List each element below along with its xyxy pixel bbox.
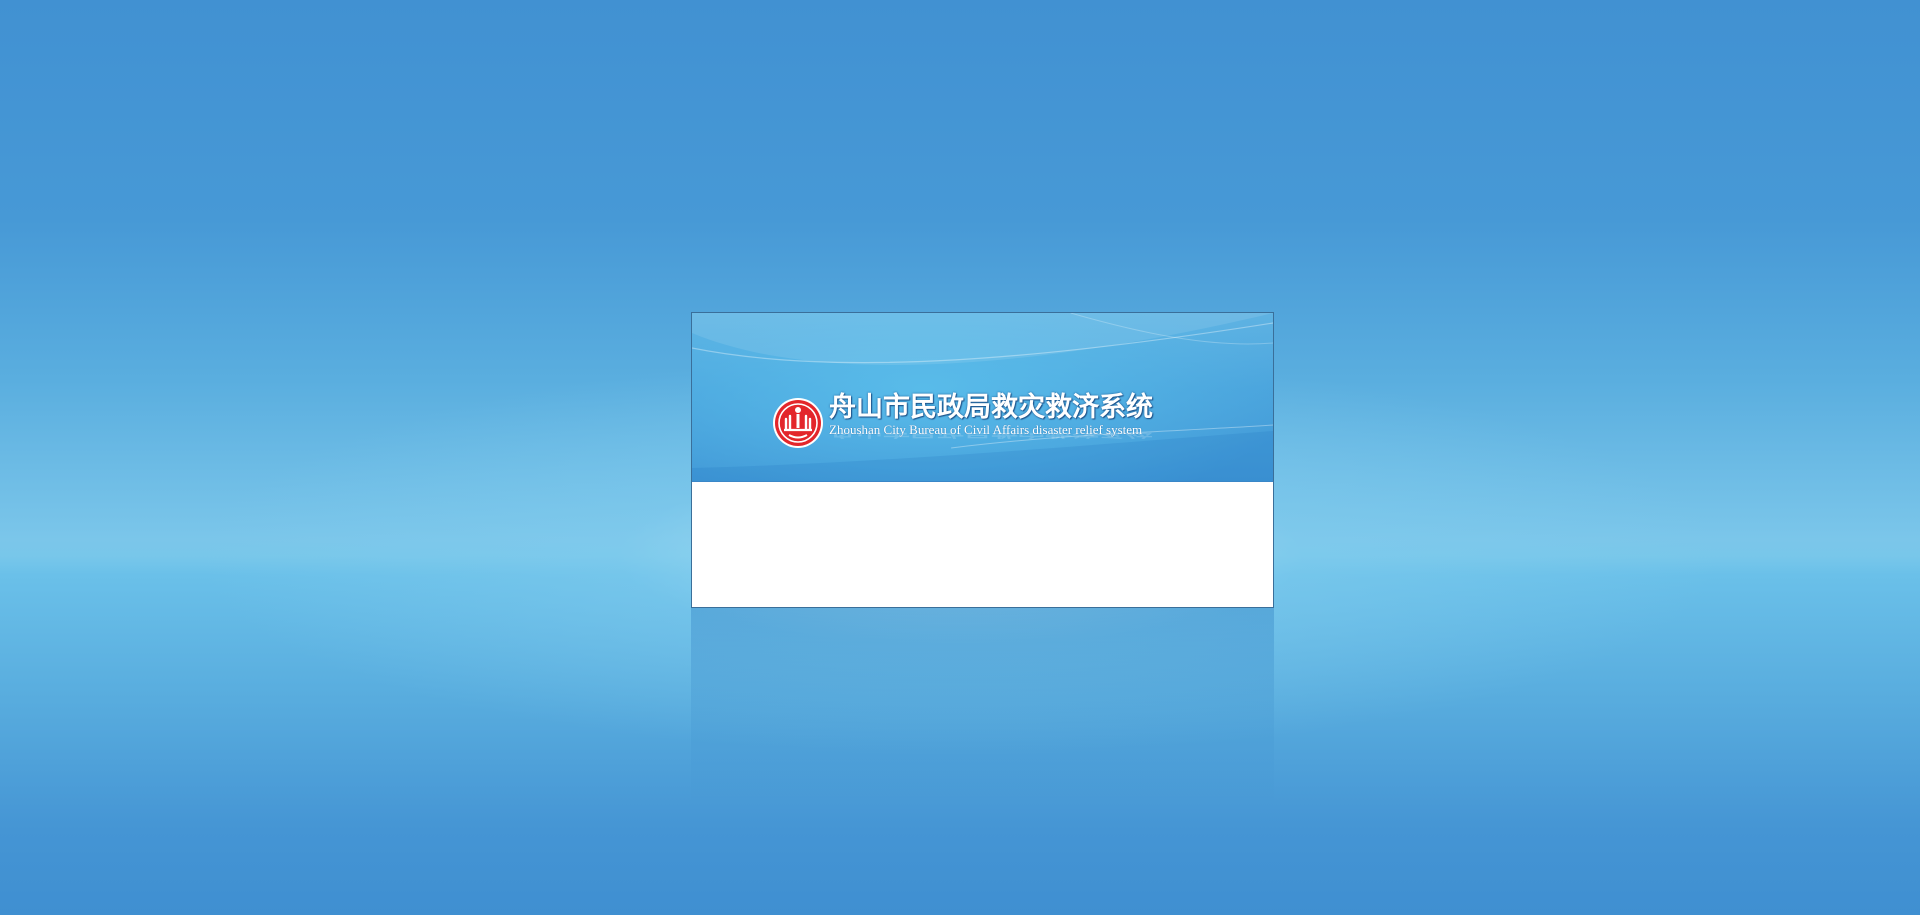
header-banner: 舟山市民政局救灾救济系统 Zhoushan City Bureau of Civ… [692,313,1273,482]
title-block: 舟山市民政局救灾救济系统 Zhoushan City Bureau of Civ… [829,393,1153,453]
login-panel: 舟山市民政局救灾救济系统 Zhoushan City Bureau of Civ… [691,312,1274,608]
civil-affairs-emblem-icon [773,398,823,448]
app-title-reflection: 舟山市民政局救灾救济系统 [829,433,1153,439]
panel-reflection [691,608,1274,808]
app-title-cn: 舟山市民政局救灾救济系统 [829,392,1153,423]
login-content-area [692,482,1273,607]
logo-row: 舟山市民政局救灾救济系统 Zhoushan City Bureau of Civ… [772,393,1153,453]
